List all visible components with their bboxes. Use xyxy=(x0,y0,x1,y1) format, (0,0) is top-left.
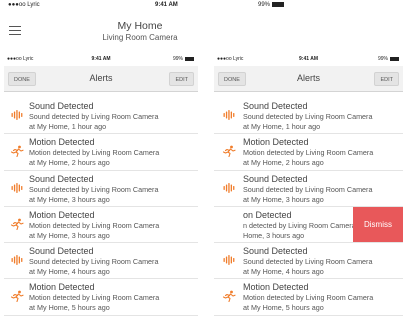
alert-desc: Motion detected by Living Room Camera xyxy=(243,148,374,158)
sound-wave-icon xyxy=(10,109,24,121)
alert-title: Motion Detected xyxy=(29,209,95,220)
alert-title: Sound Detected xyxy=(29,246,94,257)
alert-desc: Motion detected by Living Room Camera xyxy=(29,148,160,158)
sound-wave-icon xyxy=(10,182,24,194)
alert-title: Motion Detected xyxy=(29,137,95,148)
alert-title: Sound Detected xyxy=(243,246,308,257)
alert-title: on Detected xyxy=(243,209,292,220)
page-title: My Home xyxy=(117,20,163,32)
edit-button[interactable]: EDIT xyxy=(169,72,194,86)
alert-desc: Sound detected by Living Room Camera xyxy=(29,184,159,194)
alert-time: at My Home, 3 hours ago xyxy=(243,194,324,204)
alert-title: Sound Detected xyxy=(29,173,94,184)
alert-title: Sound Detected xyxy=(243,173,308,184)
battery-indicator: 99% xyxy=(258,2,285,9)
alert-title: Sound Detected xyxy=(243,101,308,111)
edit-button[interactable]: EDIT xyxy=(374,72,399,86)
hamburger-menu-icon[interactable] xyxy=(9,26,21,35)
sound-wave-icon xyxy=(222,254,236,266)
alert-desc: Sound detected by Living Room Camera xyxy=(29,112,159,121)
alert-time: at My Home, 4 hours ago xyxy=(29,267,110,277)
alerts-navbar: DONE Alerts EDIT xyxy=(214,66,403,92)
alert-row-swiped[interactable]: on Detected n detected by Living Room Cam… xyxy=(214,206,403,244)
battery-icon xyxy=(272,2,285,7)
alert-row[interactable]: Sound Detected Sound detected by Living R… xyxy=(214,170,403,207)
battery-label: 99% xyxy=(258,2,271,9)
battery-icon xyxy=(390,56,399,61)
alert-row[interactable]: Sound Detected Sound detected by Living R… xyxy=(4,98,198,135)
clock-label: 9:41 AM xyxy=(299,56,318,62)
alert-time: at My Home, 3 hours ago xyxy=(29,194,110,204)
alert-row[interactable]: Sound Detected Sound detected by Living R… xyxy=(214,98,403,135)
battery-label: 99% xyxy=(377,56,388,62)
clock-label: 9:41 AM xyxy=(91,56,111,62)
sound-wave-icon xyxy=(222,182,236,194)
alert-row[interactable]: Motion Detected Motion detected by Living… xyxy=(4,279,198,316)
alert-time: at My Home, 4 hours ago xyxy=(243,267,324,277)
alert-time: at My Home, 1 hour ago xyxy=(243,122,321,131)
alerts-navbar: DONE Alerts EDIT xyxy=(4,66,198,92)
clock-label: 9:41 AM xyxy=(155,2,178,8)
battery-label: 99% xyxy=(172,56,183,62)
alert-row[interactable]: Motion Detected Motion detected by Living… xyxy=(4,134,198,171)
alert-desc: Sound detected by Living Room Camera xyxy=(243,184,373,194)
alert-time: at My Home, 2 hours ago xyxy=(29,158,110,168)
alert-title: Motion Detected xyxy=(243,137,309,148)
alert-title: Sound Detected xyxy=(29,101,94,111)
sound-wave-icon xyxy=(10,254,24,266)
battery-indicator: 99% xyxy=(378,56,399,62)
alert-time: at My Home, 5 hours ago xyxy=(29,303,110,313)
carrier-label: ●●●oo Lyric xyxy=(8,2,40,8)
dismiss-button[interactable]: Dismiss xyxy=(353,206,403,243)
alert-desc: Motion detected by Living Room Camera xyxy=(243,293,374,303)
alert-row[interactable]: Motion Detected Motion detected by Living… xyxy=(214,279,403,316)
phone-status-bar: ●●●oo Lyric 9:41 AM 99% xyxy=(214,53,403,64)
page-subtitle: Living Room Camera xyxy=(102,33,178,42)
sound-wave-icon xyxy=(222,109,236,121)
phone-status-bar: ●●●oo Lyric 9:41 AM 99% xyxy=(4,53,198,64)
alerts-screen-left: ●●●oo Lyric 9:41 AM 99% DONE Alerts EDIT… xyxy=(4,53,198,316)
alert-time: at My Home, 5 hours ago xyxy=(243,303,324,313)
alert-title: Motion Detected xyxy=(243,282,309,293)
running-person-icon xyxy=(10,218,24,230)
battery-indicator: 99% xyxy=(173,56,194,62)
running-person-icon xyxy=(222,145,236,158)
alerts-list: Sound Detected Sound detected by Living R… xyxy=(4,98,198,316)
alert-desc: Sound detected by Living Room Camera xyxy=(243,257,373,267)
alert-desc: Motion detected by Living Room Camera xyxy=(29,220,160,230)
alert-desc: n detected by Living Room Camera xyxy=(243,220,356,230)
alert-row[interactable]: Sound Detected Sound detected by Living R… xyxy=(214,243,403,280)
alert-title: Motion Detected xyxy=(29,282,95,293)
alert-row[interactable]: Sound Detected Sound detected by Living R… xyxy=(4,170,198,207)
alert-time: at My Home, 2 hours ago xyxy=(243,158,324,168)
alert-desc: Sound detected by Living Room Camera xyxy=(243,112,373,121)
alert-desc: Sound detected by Living Room Camera xyxy=(29,257,159,267)
status-bar: ●●●oo Lyric 9:41 AM 99% xyxy=(0,0,403,12)
running-person-icon xyxy=(10,145,24,158)
battery-icon xyxy=(185,56,194,61)
running-person-icon xyxy=(10,290,24,303)
alert-time: at My Home, 3 hours ago xyxy=(29,230,110,240)
alert-row[interactable]: Sound Detected Sound detected by Living R… xyxy=(4,243,198,280)
alert-row[interactable]: Motion Detected Motion detected by Living… xyxy=(4,206,198,244)
alert-time: at My Home, 1 hour ago xyxy=(29,122,107,131)
alerts-screen-right: ●●●oo Lyric 9:41 AM 99% DONE Alerts EDIT… xyxy=(214,53,403,316)
alert-row[interactable]: Motion Detected Motion detected by Living… xyxy=(214,134,403,171)
alerts-list: Sound Detected Sound detected by Living R… xyxy=(214,98,403,316)
alert-time: Home, 3 hours ago xyxy=(243,230,305,240)
running-person-icon xyxy=(222,290,236,303)
alert-desc: Motion detected by Living Room Camera xyxy=(29,293,160,303)
